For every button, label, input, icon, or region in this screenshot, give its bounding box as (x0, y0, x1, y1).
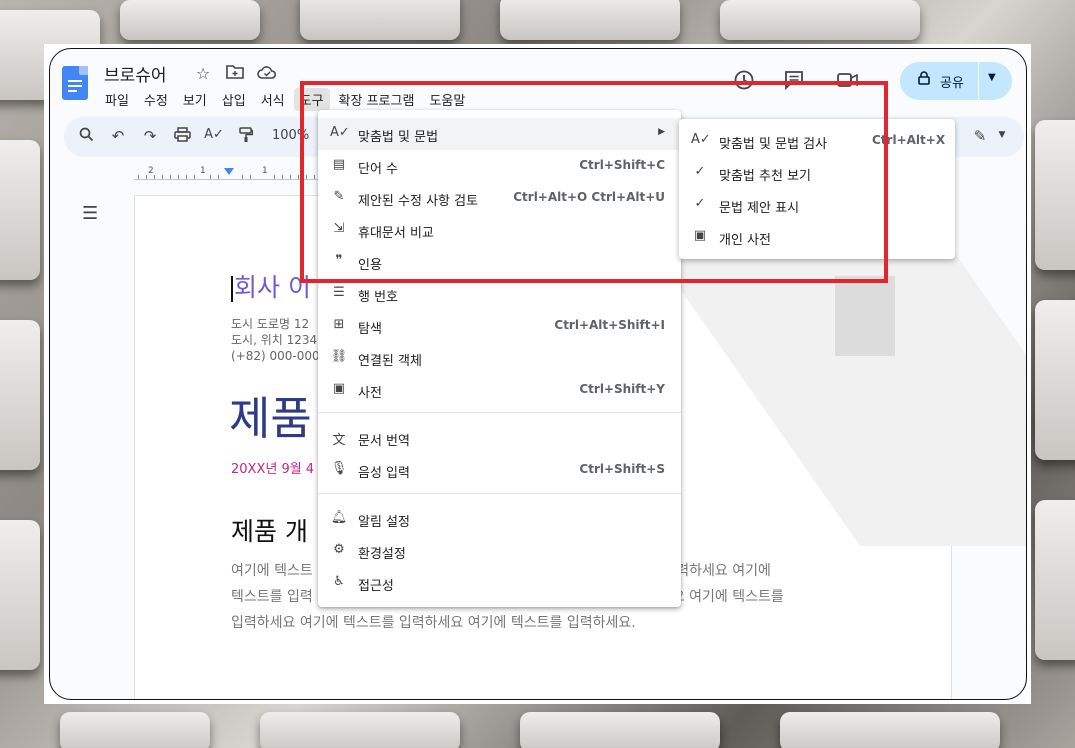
key-shape (720, 0, 920, 40)
lock-icon (918, 71, 934, 88)
star-icon[interactable]: ☆ (192, 63, 214, 85)
menu-item-label: 사전 (358, 386, 382, 401)
mic-icon: 🎙︎ (330, 461, 348, 476)
share-button[interactable]: 공유 ▼ (900, 62, 1012, 100)
chevron-down-icon[interactable]: ▼ (988, 72, 996, 83)
explore-icon: ⊞ (333, 317, 345, 332)
address-line: 도시 도로명 12 (231, 317, 310, 331)
key-shape (300, 0, 460, 40)
date-line: 20XX년 9월 4 (231, 462, 315, 477)
key-shape (1035, 300, 1075, 460)
folder-move-icon[interactable] (224, 63, 246, 85)
menu-item-label: 음성 입력 (358, 466, 410, 481)
key-shape (780, 712, 1000, 748)
menu-divider (318, 412, 681, 413)
menu-item-shortcut: Ctrl+Shift+Y (579, 382, 665, 396)
docs-logo-icon[interactable] (62, 66, 88, 100)
accessibility-icon: ♿︎ (333, 574, 345, 589)
translate-icon: 文 (332, 433, 346, 448)
menu-item-label: 탐색 (358, 322, 382, 337)
preferences-icon: ⚙ (333, 542, 345, 557)
key-shape (500, 0, 680, 40)
menu-item-preferences[interactable]: ⚙ 환경설정 (318, 535, 681, 567)
ruler-label: 1 (200, 166, 206, 176)
menu-item-label: 행 번호 (358, 290, 399, 305)
key-shape (0, 320, 40, 470)
paragraph-line: 입력하세요 여기에 텍스트를 입력하세요 여기에 텍스트를 입력하세요. (231, 615, 636, 631)
menu-item-label: 접근성 (358, 579, 394, 594)
menu-item-label: 알림 설정 (358, 515, 410, 530)
key-shape (0, 520, 40, 670)
share-divider (978, 62, 979, 100)
text-cursor (231, 276, 233, 302)
phone-line: (+82) 000-0000 (231, 349, 328, 363)
edit-icon[interactable]: ✎ (970, 127, 990, 145)
search-icon[interactable] (76, 127, 96, 146)
menu-item-label: 문서 번역 (358, 434, 410, 449)
doc-title[interactable]: 브로슈어 (104, 61, 167, 86)
key-shape (260, 712, 460, 748)
outline-icon[interactable]: ☰ (82, 203, 98, 224)
section-heading: 제품 개 (231, 517, 308, 546)
menu-item-explore[interactable]: ⊞ 탐색 Ctrl+Alt+Shift+I (318, 310, 681, 342)
address-block: 도시 도로명 12 도시, 위치 1234 (+82) 000-0000 (231, 316, 327, 364)
menu-file[interactable]: 파일 (99, 88, 135, 111)
spellcheck-icon[interactable]: A✓ (204, 127, 224, 142)
share-label: 공유 (940, 76, 964, 91)
menu-insert[interactable]: 삽입 (216, 88, 252, 111)
redo-icon[interactable]: ↷ (140, 127, 160, 145)
menu-item-shortcut: Ctrl+Alt+Shift+I (554, 318, 665, 332)
menu-item-voice-typing[interactable]: 🎙︎ 음성 입력 Ctrl+Shift+S (318, 454, 681, 486)
ruler-label: 1 (262, 166, 268, 176)
menu-edit[interactable]: 수정 (138, 88, 174, 111)
print-icon[interactable] (172, 127, 192, 146)
menu-item-translate[interactable]: 文 문서 번역 (318, 422, 681, 454)
key-shape (1035, 500, 1075, 660)
menu-item-dictionary[interactable]: ▣ 사전 Ctrl+Shift+Y (318, 374, 681, 406)
product-title: 제품 (229, 392, 312, 445)
menu-item-notification-settings[interactable]: 🔔︎ 알림 설정 (318, 503, 681, 535)
cloud-icon[interactable] (256, 63, 278, 85)
menu-view[interactable]: 보기 (177, 88, 213, 111)
menu-item-label: 환경설정 (358, 547, 406, 562)
menu-item-label: 연결된 객체 (358, 354, 422, 369)
company-name[interactable]: 회사 이 (231, 268, 311, 304)
bell-icon: 🔔︎ (330, 510, 348, 525)
menu-item-accessibility[interactable]: ♿︎ 접근성 (318, 567, 681, 599)
dictionary-icon: ▣ (332, 381, 346, 396)
undo-icon[interactable]: ↶ (108, 127, 128, 145)
menu-format[interactable]: 서식 (255, 88, 291, 111)
linked-objects-icon: ⛓ (330, 349, 348, 364)
paint-format-icon[interactable] (236, 127, 256, 147)
chevron-down-icon[interactable]: ▼ (992, 130, 1012, 140)
highlight-box (300, 81, 888, 283)
indent-marker[interactable] (224, 168, 234, 175)
key-shape (1035, 120, 1075, 270)
menu-item-linked-objects[interactable]: ⛓ 연결된 객체 (318, 342, 681, 374)
ruler-label: 2 (148, 166, 154, 176)
key-shape (520, 712, 720, 748)
menu-divider (318, 493, 681, 494)
line-numbers-icon: ☰ (333, 285, 345, 300)
decorative-shape (835, 276, 895, 356)
menu-item-shortcut: Ctrl+Shift+S (579, 462, 665, 476)
key-shape (60, 712, 210, 748)
address-line: 도시, 위치 1234 (231, 333, 318, 347)
key-shape (0, 140, 40, 280)
key-shape (120, 0, 260, 40)
